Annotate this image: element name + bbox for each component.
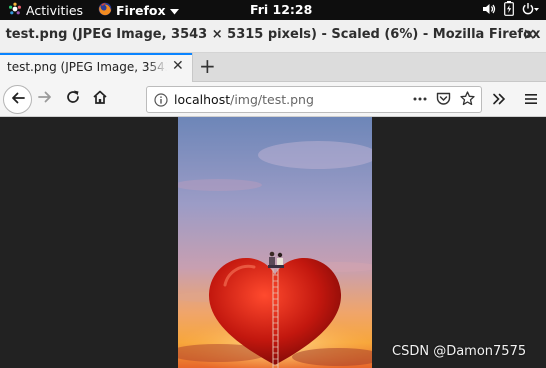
close-icon[interactable]: ✕ — [172, 58, 184, 74]
overflow-button[interactable] — [487, 85, 511, 113]
more-dots-icon[interactable] — [413, 91, 427, 110]
reload-button[interactable] — [59, 85, 87, 113]
app-menu[interactable]: Firefox — [98, 2, 179, 19]
forward-arrow-icon — [37, 89, 53, 109]
home-button[interactable] — [86, 85, 114, 113]
activities-icon — [8, 2, 22, 19]
app-menu-label: Firefox — [116, 3, 166, 18]
activities-button[interactable]: Activities — [8, 2, 83, 19]
tab-test-png[interactable]: test.png (JPEG Image, 3543 × 5315 pixels… — [0, 53, 193, 82]
url-text[interactable]: localhost/img/test.png — [174, 92, 314, 107]
volume-icon — [482, 2, 496, 16]
back-button[interactable] — [3, 85, 32, 114]
home-icon — [92, 89, 108, 109]
system-tray[interactable] — [482, 1, 540, 16]
page-content — [0, 117, 546, 368]
url-host: localhost — [174, 92, 231, 107]
system-top-bar: Activities Firefox Fri 12:28 — [0, 0, 546, 20]
tab-label: test.png (JPEG Image, 3543 × 5315 pixels… — [7, 60, 167, 74]
hamburger-menu-icon — [524, 90, 538, 109]
activities-label: Activities — [26, 3, 84, 18]
battery-icon — [504, 1, 514, 16]
navigation-toolbar: localhost/img/test.png — [0, 82, 546, 117]
scaled-image[interactable] — [178, 117, 372, 368]
overflow-icon — [492, 90, 506, 109]
window-title: test.png (JPEG Image, 3543 × 5315 pixels… — [5, 27, 541, 42]
forward-button[interactable] — [31, 85, 59, 113]
url-actions — [413, 91, 475, 110]
plus-icon[interactable]: + — [199, 54, 216, 78]
tab-strip: test.png (JPEG Image, 3543 × 5315 pixels… — [0, 53, 546, 82]
watermark: CSDN @Damon7575 — [392, 344, 527, 359]
back-arrow-icon — [10, 90, 26, 110]
reload-icon — [65, 89, 81, 109]
url-path: /img/test.png — [230, 92, 314, 107]
info-icon[interactable] — [154, 92, 168, 111]
bookmark-star-icon[interactable] — [460, 91, 475, 110]
power-icon — [522, 2, 540, 16]
url-bar[interactable]: localhost/img/test.png — [146, 86, 482, 113]
pocket-icon[interactable] — [436, 91, 451, 110]
window-title-bar[interactable]: test.png (JPEG Image, 3543 × 5315 pixels… — [0, 20, 546, 53]
chevron-down-icon — [169, 3, 179, 18]
heart-sunset-image — [178, 117, 372, 368]
close-icon[interactable]: ✕ — [523, 26, 536, 44]
clock[interactable]: Fri 12:28 — [250, 2, 312, 17]
menu-button[interactable] — [519, 85, 543, 113]
firefox-icon — [98, 2, 112, 19]
